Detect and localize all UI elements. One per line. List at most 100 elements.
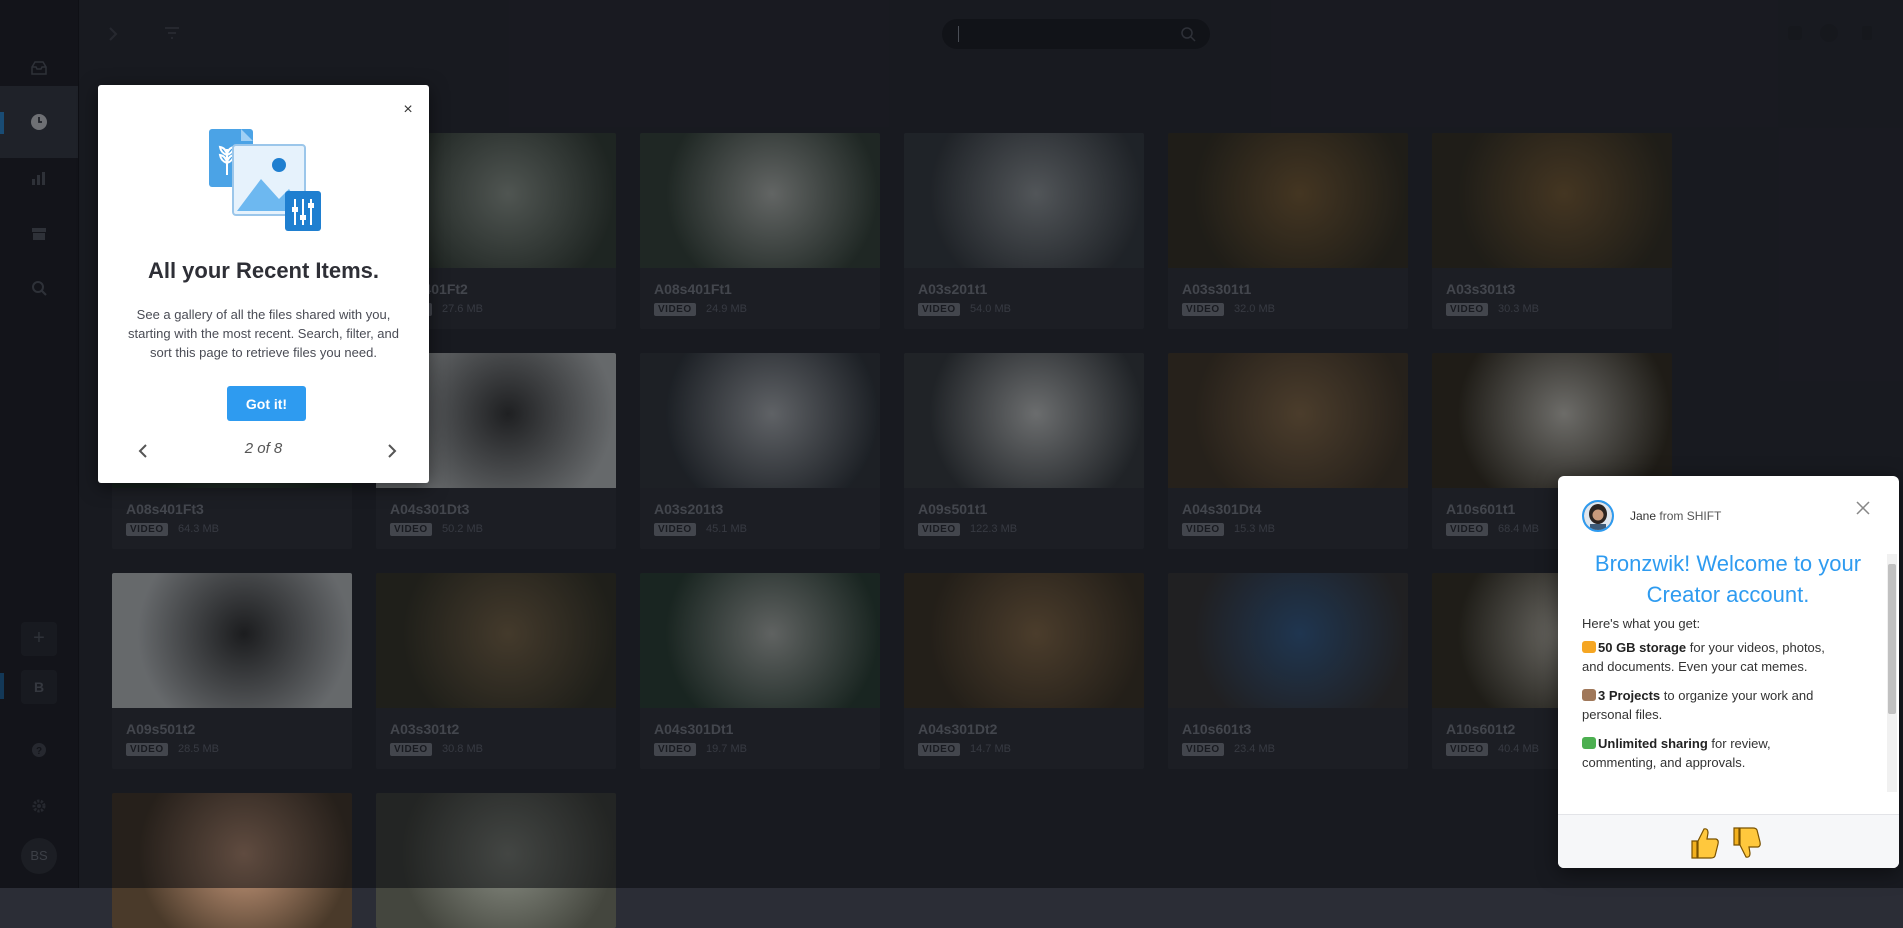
file-name: A04s301Dt2 (918, 721, 998, 737)
svg-text:?: ? (36, 746, 42, 757)
file-size: 122.3 MB (970, 523, 1018, 535)
sidebar: + B ? BS (0, 0, 79, 888)
file-name: A08s401Ft1 (654, 281, 732, 297)
file-size: 32.0 MB (1234, 303, 1275, 315)
video-thumbnail[interactable] (1432, 133, 1672, 268)
thumbs-up-icon[interactable] (1686, 825, 1722, 861)
top-bar (78, 0, 1903, 66)
file-tile[interactable]: A10s601t3 VIDEO 23.4 MB (1168, 573, 1408, 769)
feature-item: 3 Projects to organize your work and per… (1582, 688, 1814, 722)
video-thumbnail[interactable] (1168, 353, 1408, 488)
filter-icon[interactable] (164, 26, 180, 45)
video-thumbnail[interactable] (640, 573, 880, 708)
file-tile[interactable]: A09s501t2 VIDEO 28.5 MB (112, 573, 352, 769)
file-type-badge: VIDEO (1446, 743, 1488, 756)
file-tile[interactable]: A03s301t1 VIDEO 32.0 MB (1168, 133, 1408, 329)
analytics-icon[interactable] (0, 158, 78, 198)
file-type-badge: VIDEO (1446, 303, 1488, 316)
video-thumbnail[interactable] (1168, 573, 1408, 708)
file-tile[interactable]: A03s301t3 VIDEO 30.3 MB (1432, 133, 1672, 329)
tour-close-button[interactable]: × (399, 101, 417, 119)
tour-step-counter: 2 of 8 (244, 440, 283, 457)
file-tile[interactable]: A03s201t3 VIDEO 45.1 MB (640, 353, 880, 549)
file-tile[interactable]: A03s201t1 VIDEO 54.0 MB (904, 133, 1144, 329)
feature-item: 50 GB storage for your videos, photos, a… (1582, 640, 1825, 674)
video-thumbnail[interactable] (1168, 133, 1408, 268)
upload-icon[interactable] (1820, 24, 1838, 42)
video-thumbnail[interactable] (640, 133, 880, 268)
file-name: A03s201t1 (918, 281, 988, 297)
file-tile[interactable]: A09s501t1 VIDEO 122.3 MB (904, 353, 1144, 549)
agent-avatar (1582, 500, 1614, 532)
chat-scrollbar-thumb[interactable] (1888, 564, 1896, 714)
chat-intro: Here's what you get: (1582, 616, 1701, 631)
chat-feedback-bar (1558, 814, 1899, 868)
onboarding-tour-popup: × All your Recent Items. See a gallery o… (98, 85, 429, 483)
next-step-chevron-icon[interactable] (381, 441, 401, 461)
file-type-badge: VIDEO (1182, 303, 1224, 316)
file-size: 14.7 MB (970, 743, 1011, 755)
archive-icon[interactable] (0, 214, 78, 254)
video-thumbnail[interactable] (376, 573, 616, 708)
file-tile[interactable]: A08s401Ft1 VIDEO 24.9 MB (640, 133, 880, 329)
file-size: 23.4 MB (1234, 743, 1275, 755)
file-tile[interactable] (112, 793, 352, 928)
search-icon[interactable] (1180, 26, 1196, 42)
cat-emoji-icon (1582, 641, 1596, 653)
file-type-badge: VIDEO (918, 523, 960, 536)
video-thumbnail[interactable] (376, 793, 616, 928)
more-menu-icon[interactable] (1862, 26, 1872, 40)
notifications-icon[interactable] (1788, 26, 1802, 40)
file-tile[interactable]: A04s301Dt2 VIDEO 14.7 MB (904, 573, 1144, 769)
text-caret (958, 26, 959, 42)
video-thumbnail[interactable] (1432, 353, 1672, 488)
file-name: A04s301Dt3 (390, 501, 470, 517)
add-workspace-button[interactable]: + (21, 622, 57, 656)
chat-close-icon[interactable] (1855, 500, 1871, 516)
expand-chevron-icon[interactable] (108, 26, 118, 47)
search-nav-icon[interactable] (0, 268, 78, 308)
file-type-badge: VIDEO (918, 743, 960, 756)
video-thumbnail[interactable] (640, 353, 880, 488)
got-it-button[interactable]: Got it! (227, 386, 306, 421)
video-thumbnail[interactable] (112, 573, 352, 708)
file-tile[interactable] (376, 793, 616, 928)
file-size: 19.7 MB (706, 743, 747, 755)
help-icon[interactable]: ? (0, 730, 78, 770)
video-thumbnail[interactable] (112, 793, 352, 928)
file-type-badge: VIDEO (654, 523, 696, 536)
recent-clock-icon[interactable] (0, 86, 78, 158)
file-type-badge: VIDEO (654, 743, 696, 756)
chat-message-body[interactable]: Here's what you get: 50 GB storage for y… (1558, 616, 1899, 790)
tour-description: See a gallery of all the files shared wi… (128, 307, 399, 360)
video-thumbnail[interactable] (904, 573, 1144, 708)
workspace-avatar[interactable]: B (21, 670, 57, 704)
search-input[interactable] (942, 19, 1210, 49)
settings-gear-icon[interactable] (0, 786, 78, 826)
file-tile[interactable]: A03s301t2 VIDEO 30.8 MB (376, 573, 616, 769)
user-avatar[interactable]: BS (21, 838, 57, 874)
watermelon-emoji-icon (1582, 737, 1596, 749)
video-thumbnail[interactable] (904, 133, 1144, 268)
file-name: A03s301t3 (1446, 281, 1516, 297)
file-tile[interactable]: A04s301Dt4 VIDEO 15.3 MB (1168, 353, 1408, 549)
file-size: 50.2 MB (442, 523, 483, 535)
thumbs-down-icon[interactable] (1728, 825, 1764, 861)
chat-sender: Jane from SHIFT (1630, 509, 1721, 523)
file-size: 68.4 MB (1498, 523, 1539, 535)
file-size: 30.3 MB (1498, 303, 1539, 315)
file-size: 54.0 MB (970, 303, 1011, 315)
file-type-badge: VIDEO (1182, 743, 1224, 756)
file-name: A10s601t2 (1446, 721, 1516, 737)
file-tile[interactable]: A04s301Dt1 VIDEO 19.7 MB (640, 573, 880, 769)
file-type-badge: VIDEO (1446, 523, 1488, 536)
welcome-chat-widget: Jane from SHIFT Bronzwik! Welcome to you… (1558, 476, 1899, 868)
file-size: 15.3 MB (1234, 523, 1275, 535)
video-thumbnail[interactable] (904, 353, 1144, 488)
workspace-indicator (0, 673, 4, 699)
file-name: A03s201t3 (654, 501, 724, 517)
file-name: A10s601t3 (1182, 721, 1252, 737)
file-name: A03s301t1 (1182, 281, 1252, 297)
inbox-icon[interactable] (0, 48, 78, 88)
file-type-badge: VIDEO (126, 523, 168, 536)
